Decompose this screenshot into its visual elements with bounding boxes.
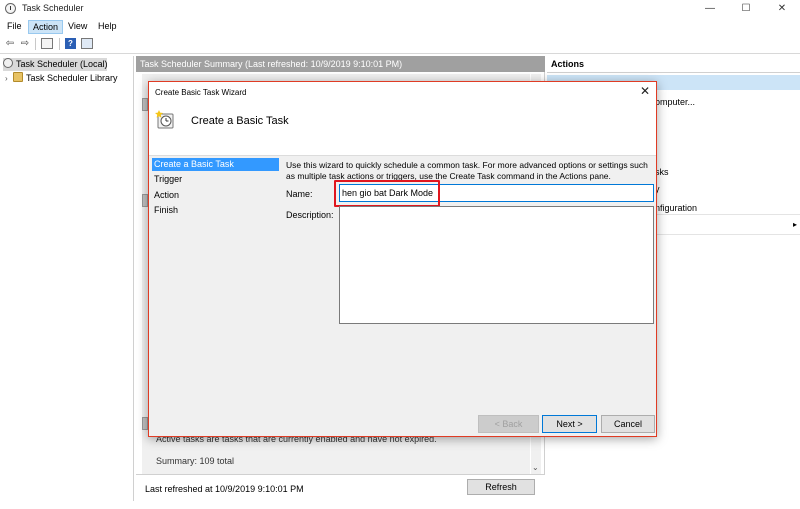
highlight-box [334, 180, 440, 207]
action-at-service-configuration[interactable]: nfiguration [655, 203, 697, 213]
show-action-pane-icon[interactable] [81, 38, 93, 49]
actions-header: Actions [547, 56, 800, 73]
summary-footer: Last refreshed at 10/9/2019 9:10:01 PM R… [136, 474, 545, 501]
close-button[interactable]: ✕ [764, 0, 800, 18]
cancel-button[interactable]: Cancel [601, 415, 655, 433]
window-title: Task Scheduler [22, 3, 84, 13]
chevron-right-icon[interactable]: › [5, 72, 13, 85]
action-display-running-tasks[interactable]: sks [655, 167, 669, 177]
back-button[interactable]: < Back [478, 415, 539, 433]
title-bar: Task Scheduler — ☐ ✕ [0, 0, 800, 18]
tree-item-task-scheduler-local[interactable]: Task Scheduler (Local) [3, 58, 108, 71]
dialog-banner: Create a Basic Task [149, 102, 656, 156]
name-label: Name: [286, 189, 313, 199]
divider [655, 234, 800, 235]
task-scheduler-icon [5, 3, 16, 14]
last-refreshed-text: Last refreshed at 10/9/2019 9:10:01 PM [145, 484, 304, 494]
clock-icon [3, 58, 13, 68]
tree-item-label: Task Scheduler (Local) [16, 59, 108, 69]
summary-header: Task Scheduler Summary (Last refreshed: … [136, 56, 545, 72]
create-basic-task-wizard: Create Basic Task Wizard ✕ Create a Basi… [148, 81, 657, 437]
divider [655, 214, 800, 215]
help-icon[interactable]: ? [65, 38, 76, 49]
tree-item-label: Task Scheduler Library [26, 73, 118, 83]
summary-total: Summary: 109 total [156, 456, 235, 466]
folder-icon [13, 72, 23, 82]
dialog-title-bar: Create Basic Task Wizard ✕ [149, 82, 656, 102]
step-finish[interactable]: Finish [152, 204, 279, 217]
back-arrow-icon[interactable]: ⇦ [3, 38, 17, 50]
console-tree: Task Scheduler (Local) › Task Scheduler L… [0, 56, 134, 501]
refresh-button[interactable]: Refresh [467, 479, 535, 495]
step-action[interactable]: Action [152, 189, 279, 202]
scroll-down-icon[interactable]: ⌄ [532, 463, 539, 472]
menu-help[interactable]: Help [94, 20, 121, 34]
description-label: Description: [286, 210, 334, 220]
wizard-heading: Create a Basic Task [191, 115, 289, 127]
forward-arrow-icon[interactable]: ⇨ [18, 38, 32, 50]
wizard-intro-text: Use this wizard to quickly schedule a co… [286, 160, 648, 181]
minimize-button[interactable]: — [692, 0, 728, 18]
show-hide-console-tree-icon[interactable] [41, 38, 53, 49]
toolbar-separator [59, 38, 60, 50]
step-create-basic-task[interactable]: Create a Basic Task [152, 158, 279, 171]
menu-view[interactable]: View [64, 20, 91, 34]
wizard-clock-icon [155, 110, 174, 129]
dialog-title: Create Basic Task Wizard [155, 88, 247, 97]
task-description-input[interactable] [339, 206, 654, 324]
menu-file[interactable]: File [3, 20, 26, 34]
step-trigger[interactable]: Trigger [152, 173, 279, 186]
menu-action[interactable]: Action [28, 20, 64, 34]
chevron-right-icon[interactable]: ▸ [793, 220, 797, 229]
action-connect-computer[interactable]: omputer... [655, 97, 695, 107]
maximize-button[interactable]: ☐ [728, 0, 764, 18]
menu-bar: File Action View Help [0, 18, 800, 35]
next-button[interactable]: Next > [542, 415, 597, 433]
close-icon[interactable]: ✕ [640, 84, 650, 98]
toolbar: ⇦ ⇨ ? [0, 35, 800, 54]
toolbar-separator [35, 38, 36, 50]
tree-item-task-scheduler-library[interactable]: › Task Scheduler Library [5, 72, 118, 85]
